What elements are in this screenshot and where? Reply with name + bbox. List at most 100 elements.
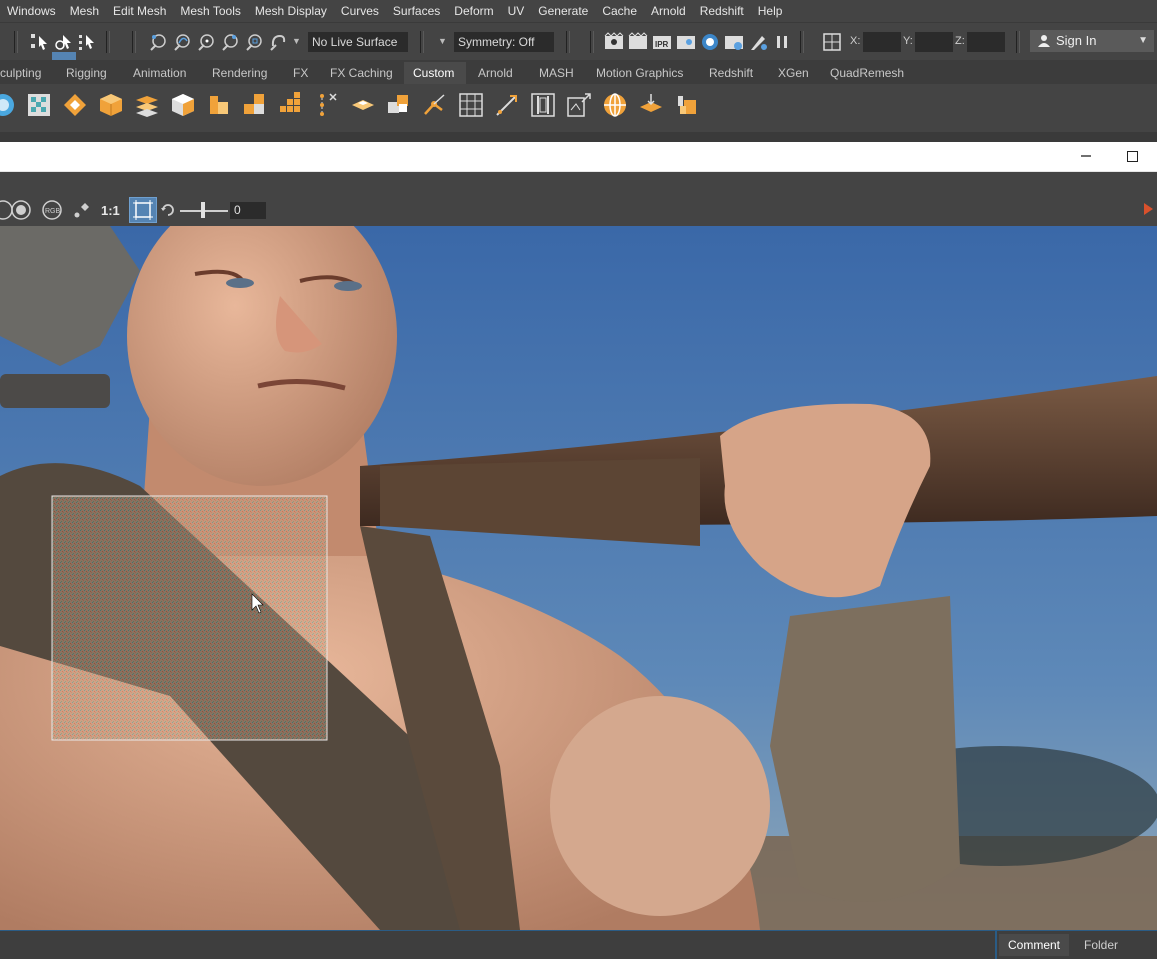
rgb-channel-icon[interactable]: RGB	[41, 199, 63, 221]
tab-comment[interactable]: Comment	[999, 934, 1069, 956]
separator	[800, 31, 804, 53]
render-window-titlebar	[0, 142, 1157, 172]
arnold-render-icon[interactable]	[748, 32, 768, 52]
tab-custom[interactable]: Custom	[413, 66, 454, 80]
select-component-icon[interactable]	[78, 32, 98, 52]
menu-surfaces[interactable]: Surfaces	[386, 0, 447, 22]
tab-mash[interactable]: MASH	[539, 66, 574, 80]
globe-icon[interactable]	[602, 92, 628, 118]
make-live-icon[interactable]	[268, 32, 288, 52]
tab-motion-graphics[interactable]: Motion Graphics	[596, 66, 683, 80]
snap-view-plane-icon[interactable]	[244, 32, 264, 52]
hand-pick-icon[interactable]	[674, 92, 700, 118]
menu-mesh[interactable]: Mesh	[63, 0, 106, 22]
cut-tool-icon[interactable]	[494, 92, 520, 118]
tab-animation[interactable]: Animation	[133, 66, 186, 80]
plane-arrow-icon[interactable]	[638, 92, 664, 118]
menu-windows[interactable]: Windows	[0, 0, 63, 22]
menu-arnold[interactable]: Arnold	[644, 0, 693, 22]
menu-deform[interactable]: Deform	[447, 0, 500, 22]
tab-fx-caching[interactable]: FX Caching	[330, 66, 393, 80]
tab-arnold[interactable]: Arnold	[478, 66, 513, 80]
chevron-down-icon: ▼	[1138, 35, 1148, 46]
color-picker-icon[interactable]	[71, 199, 93, 221]
panel-menu-strip	[0, 132, 1157, 142]
unfold-uv-icon[interactable]	[566, 92, 592, 118]
render-view-icon[interactable]	[724, 32, 744, 52]
menu-edit-mesh[interactable]: Edit Mesh	[106, 0, 173, 22]
minimize-icon[interactable]	[1079, 149, 1093, 163]
tab-quadremesh[interactable]: QuadRemesh	[830, 66, 904, 80]
tab-sculpting[interactable]: culpting	[0, 66, 41, 80]
refresh-region-icon[interactable]	[10, 199, 32, 221]
transform-input-icon[interactable]	[822, 32, 842, 52]
hypershade-icon[interactable]	[700, 32, 720, 52]
rgb-label: RGB	[45, 208, 61, 215]
tab-redshift[interactable]: Redshift	[709, 66, 753, 80]
exposure-value-input[interactable]: 0	[230, 202, 266, 219]
layout-uv-icon[interactable]	[530, 92, 556, 118]
snap-projected-center-icon[interactable]	[220, 32, 240, 52]
tab-fx[interactable]: FX	[293, 66, 308, 80]
coord-z-input[interactable]	[967, 32, 1005, 52]
chevron-down-icon[interactable]: ▼	[292, 36, 301, 46]
grid-cubes-icon[interactable]	[278, 92, 304, 118]
layer-plane-icon[interactable]	[350, 92, 376, 118]
menu-cache[interactable]: Cache	[595, 0, 644, 22]
render-settings-icon[interactable]	[676, 32, 696, 52]
bottom-panel: Comment Folder	[0, 930, 1157, 959]
extrude-icon[interactable]	[206, 92, 232, 118]
tab-xgen[interactable]: XGen	[778, 66, 809, 80]
sign-in-button[interactable]: Sign In ▼	[1030, 30, 1154, 52]
cube-icon[interactable]	[98, 92, 124, 118]
menu-mesh-display[interactable]: Mesh Display	[248, 0, 334, 22]
sign-in-label: Sign In	[1056, 33, 1097, 48]
snap-point-icon[interactable]	[196, 32, 216, 52]
menu-curves[interactable]: Curves	[334, 0, 386, 22]
chevron-down-icon[interactable]: ▼	[438, 36, 447, 46]
tab-rendering[interactable]: Rendering	[212, 66, 267, 80]
menu-mesh-tools[interactable]: Mesh Tools	[173, 0, 247, 22]
zoom-ratio-label[interactable]: 1:1	[101, 203, 120, 218]
coord-x-input[interactable]	[863, 32, 901, 52]
separator	[132, 31, 136, 53]
status-line: ▼ No Live Surface ▼ Symmetry: Off IPR X:…	[0, 22, 1157, 76]
live-surface-field[interactable]: No Live Surface	[308, 32, 408, 52]
joint-tool-icon[interactable]	[422, 92, 448, 118]
menu-help[interactable]: Help	[751, 0, 790, 22]
menu-redshift[interactable]: Redshift	[693, 0, 751, 22]
cube-white-icon[interactable]	[170, 92, 196, 118]
ipr-render-icon[interactable]	[628, 32, 648, 52]
coord-y-input[interactable]	[915, 32, 953, 52]
select-hierarchy-icon[interactable]	[30, 32, 50, 52]
render-frame-icon[interactable]	[604, 32, 624, 52]
user-icon	[1038, 35, 1050, 47]
maximize-icon[interactable]	[1127, 151, 1138, 162]
tab-folder[interactable]: Folder	[1073, 934, 1129, 956]
tab-rigging[interactable]: Rigging	[66, 66, 107, 80]
ipr-icon[interactable]: IPR	[652, 32, 672, 52]
play-icon[interactable]	[1144, 203, 1153, 215]
menu-uv[interactable]: UV	[501, 0, 532, 22]
render-region-button[interactable]	[129, 197, 157, 223]
pause-icon[interactable]	[772, 32, 792, 52]
sphere-icon[interactable]	[0, 92, 16, 118]
checker-icon[interactable]	[26, 92, 52, 118]
diamond-icon[interactable]	[62, 92, 88, 118]
uv-grid-icon[interactable]	[458, 92, 484, 118]
combine-icon[interactable]	[386, 92, 412, 118]
render-region-noise	[52, 496, 327, 740]
plane-stack-icon[interactable]	[134, 92, 160, 118]
delete-history-icon[interactable]	[314, 92, 340, 118]
bevel-icon[interactable]	[242, 92, 268, 118]
axe-head	[0, 374, 110, 408]
snap-curve-icon[interactable]	[172, 32, 192, 52]
refresh-icon[interactable]	[160, 202, 176, 218]
menu-generate[interactable]: Generate	[531, 0, 595, 22]
symmetry-dropdown[interactable]: Symmetry: Off	[454, 32, 554, 52]
forearm-wrap	[770, 596, 960, 902]
shoulder	[550, 696, 770, 916]
separator	[14, 31, 18, 53]
snap-grid-icon[interactable]	[148, 32, 168, 52]
exposure-slider-thumb[interactable]	[201, 202, 205, 218]
